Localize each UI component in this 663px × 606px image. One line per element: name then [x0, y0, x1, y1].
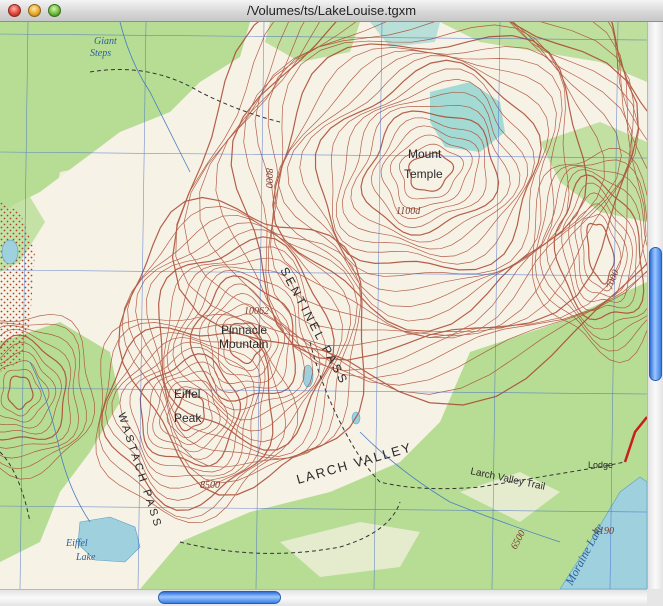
window-title: /Volumes/ts/LakeLouise.tgxm — [246, 3, 417, 18]
vertical-scroll-thumb[interactable] — [649, 247, 662, 381]
pinnacle-label-2: Mountain — [219, 337, 268, 351]
horizontal-scrollbar[interactable] — [0, 589, 647, 606]
elev-11000-label: 1100d — [396, 206, 421, 217]
map-view[interactable]: Mount Temple Pinnacle Mountain 10062 Eif… — [0, 22, 647, 589]
eiffel-lake-label-1: Eiffel — [65, 538, 88, 549]
lodge-label: Lodge — [588, 460, 613, 470]
giant-steps-label-2: Steps — [90, 48, 111, 59]
vertical-scrollbar[interactable] — [647, 22, 663, 589]
pinnacle-label-1: Pinnacle — [221, 323, 267, 337]
topographic-map[interactable]: Mount Temple Pinnacle Mountain 10062 Eif… — [0, 22, 647, 589]
pinnacle-elev-label: 10062 — [244, 306, 269, 317]
resize-grip[interactable] — [647, 589, 663, 606]
elev-8000-label: 8000 — [263, 168, 274, 188]
elev-8500-label: 8500 — [200, 480, 220, 491]
eiffel-lake-label-2: Lake — [75, 552, 96, 563]
title-bar[interactable]: /Volumes/ts/LakeLouise.tgxm — [0, 0, 663, 22]
giant-steps-label-1: Giant — [94, 36, 117, 47]
mount-temple-label-2: Temple — [404, 167, 443, 181]
eiffel-peak-label-2: Peak — [174, 411, 202, 425]
elev-6190-label: 6190 — [594, 526, 614, 537]
horizontal-scroll-thumb[interactable] — [158, 591, 281, 604]
app-window: /Volumes/ts/LakeLouise.tgxm Mount Temple… — [0, 0, 663, 606]
mount-temple-label-1: Mount — [408, 147, 442, 161]
eiffel-peak-label-1: Eiffel — [174, 387, 200, 401]
